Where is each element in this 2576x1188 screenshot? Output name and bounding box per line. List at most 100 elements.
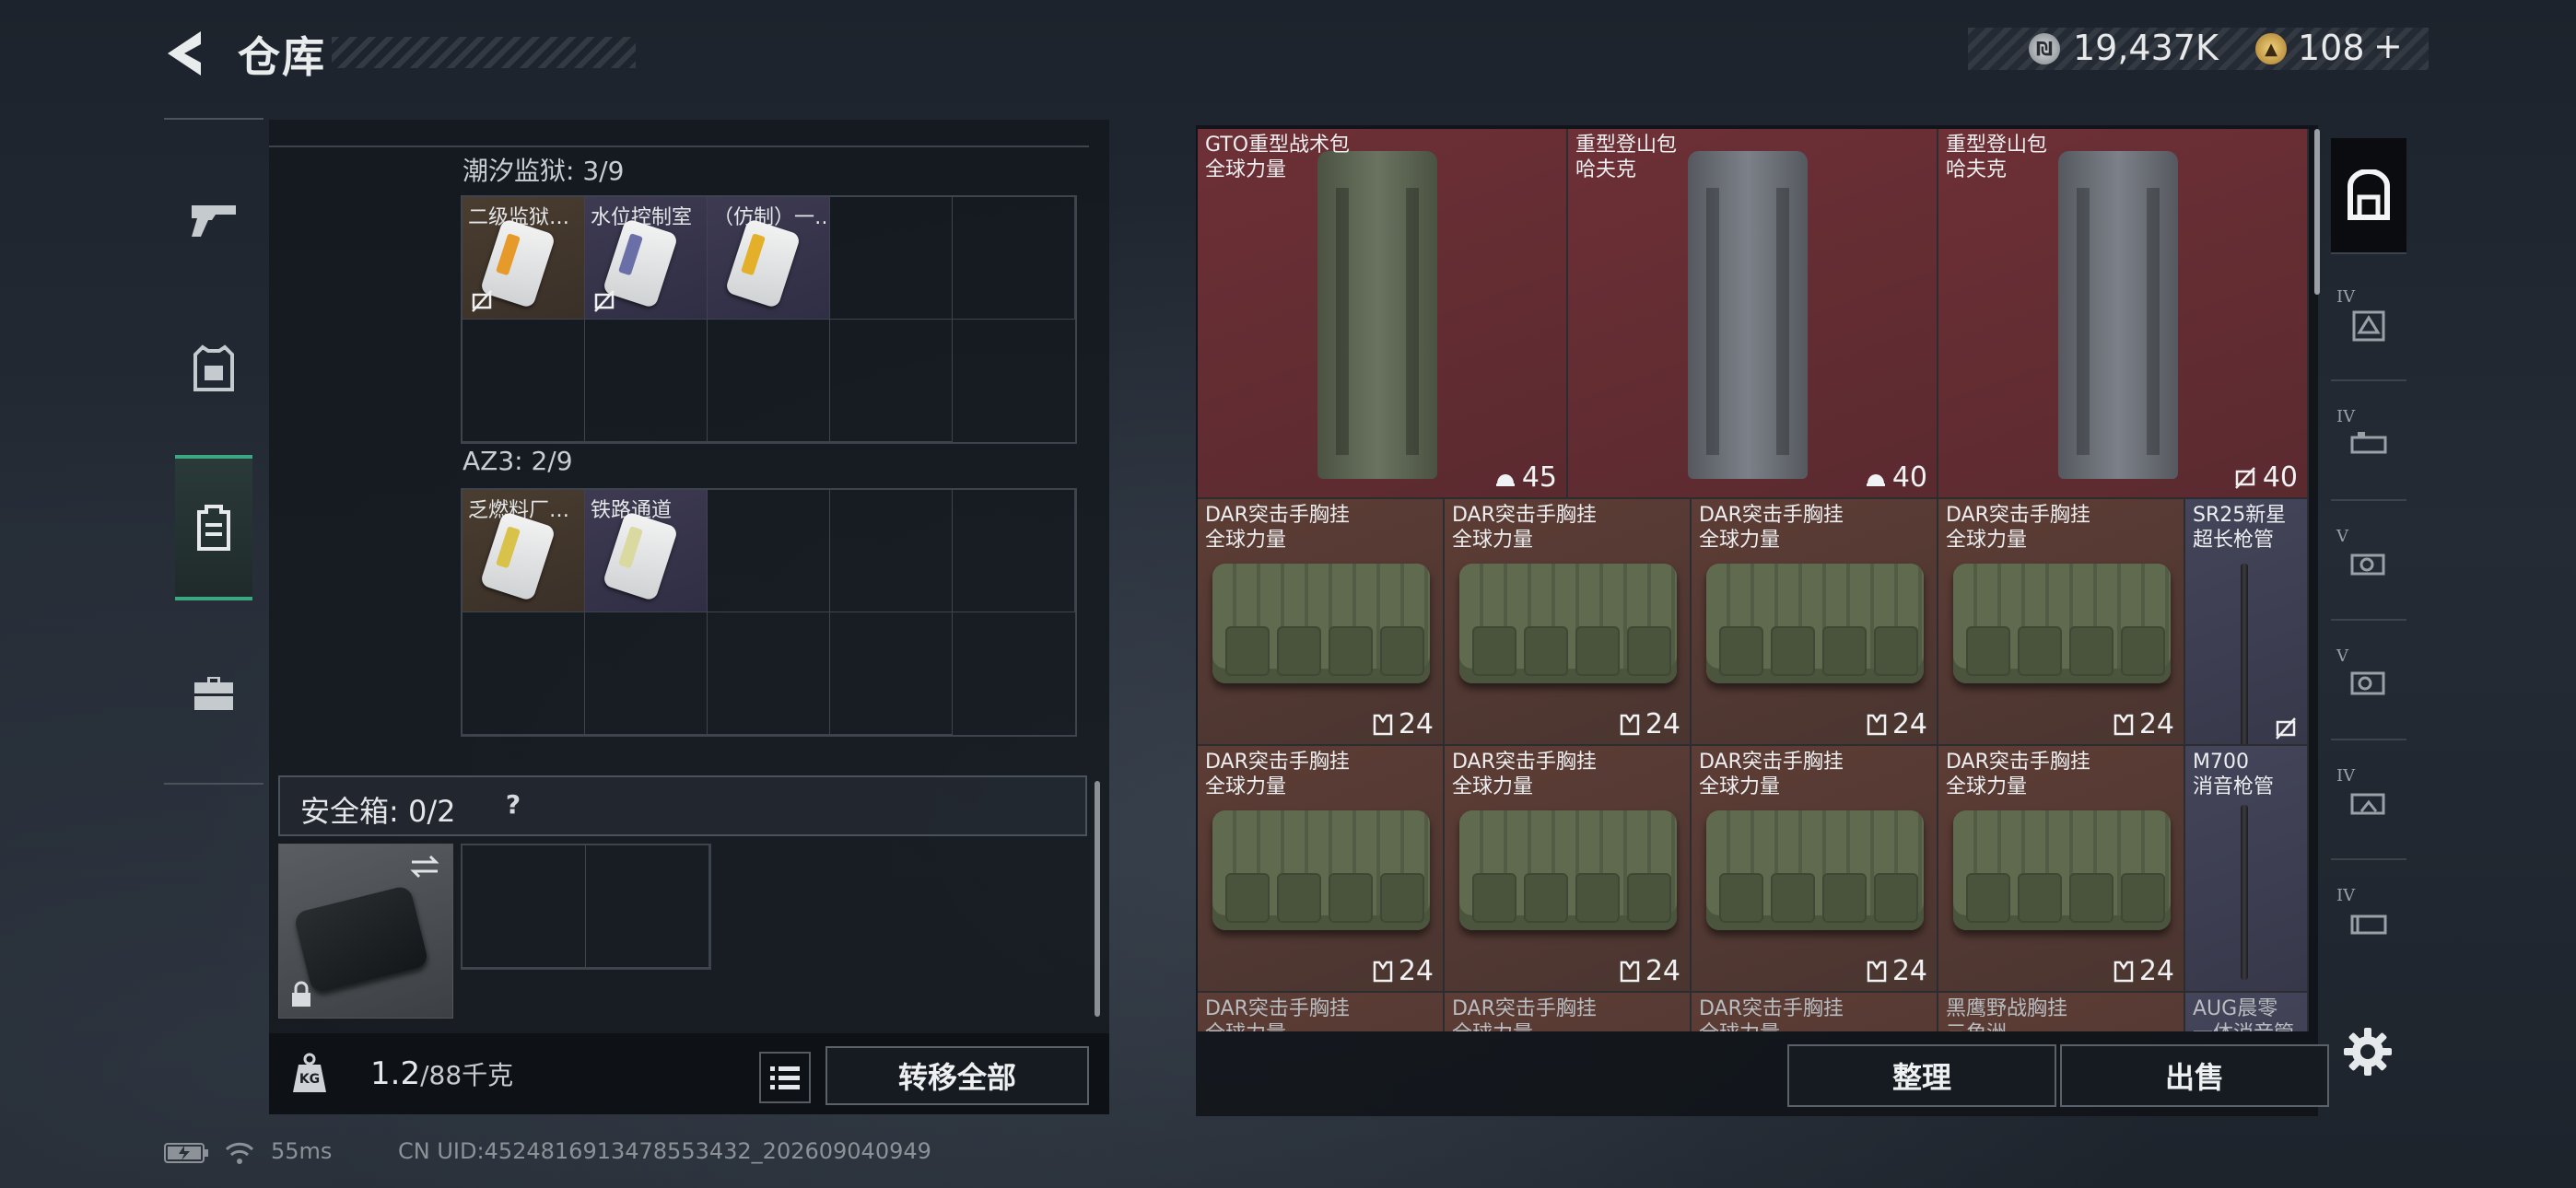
empty-slot[interactable] xyxy=(953,490,1075,612)
chest-rig-image xyxy=(1706,810,1924,930)
keycard-icon xyxy=(602,510,679,602)
filter-armor[interactable]: IV xyxy=(2331,271,2406,381)
keycard-slot[interactable]: 二级监狱… xyxy=(463,197,585,320)
filter-grips[interactable]: V xyxy=(2331,630,2406,740)
empty-slot[interactable] xyxy=(463,845,586,968)
stash-item-chest-rig[interactable]: DAR突击手胸挂 全球力量 24 xyxy=(1938,499,2185,746)
nav-item-armor[interactable] xyxy=(164,315,263,424)
chest-rig-image xyxy=(1212,810,1430,930)
nav-item-backpacks[interactable] xyxy=(175,455,252,600)
empty-slot[interactable] xyxy=(830,197,953,320)
chest-rig-image xyxy=(1706,564,1924,683)
item-capacity: 24 xyxy=(1620,955,1680,987)
empty-slot[interactable] xyxy=(708,490,830,612)
settings-button[interactable] xyxy=(2340,1024,2395,1079)
empty-slot[interactable] xyxy=(585,320,708,442)
stash-item-chest-rig[interactable]: DAR突击手胸挂 全球力量 24 xyxy=(1938,746,2185,993)
empty-slot[interactable] xyxy=(830,612,953,735)
keycard-slot[interactable]: 乏燃料厂… xyxy=(463,490,585,612)
item-capacity: 40 xyxy=(1865,461,1927,494)
empty-slot[interactable] xyxy=(586,845,709,968)
keycard-icon xyxy=(479,510,556,602)
top-divider xyxy=(269,120,1089,147)
armor-category-icon xyxy=(2352,310,2385,342)
transfer-all-button[interactable]: 转移全部 xyxy=(825,1046,1089,1105)
backpack-image xyxy=(2058,151,2178,479)
keycard-slot[interactable]: 水位控制室（仿制）… xyxy=(585,197,708,320)
item-name: DAR突击手胸挂全球力量 xyxy=(1699,997,1844,1031)
item-capacity: 24 xyxy=(2113,955,2174,987)
vest-icon xyxy=(1620,961,1640,982)
item-name: DAR突击手胸挂全球力量 xyxy=(1452,504,1597,552)
nav-item-weapons[interactable] xyxy=(164,166,263,274)
tier-label: IV xyxy=(2336,407,2356,426)
stash-item-chest-rig[interactable]: DAR突击手胸挂 全球力量 24 xyxy=(1692,499,1938,746)
empty-slot[interactable] xyxy=(708,320,830,442)
silver-amount: 19,437K xyxy=(2073,28,2219,68)
vest-icon xyxy=(1620,714,1640,735)
stash-item-chest-rig[interactable]: DAR突击手胸挂全球力量 xyxy=(1445,993,1692,1031)
stash-item-backpack[interactable]: 重型登山包 哈夫克 40 xyxy=(1568,129,1938,499)
filter-weapon-parts[interactable]: V xyxy=(2331,510,2406,621)
stash-item-chest-rig[interactable]: DAR突击手胸挂 全球力量 24 xyxy=(1445,499,1692,746)
item-name: DAR突击手胸挂全球力量 xyxy=(1452,751,1597,798)
empty-slot[interactable] xyxy=(463,320,585,442)
item-name: SR25新星 超长枪管 xyxy=(2193,504,2287,552)
empty-slot[interactable] xyxy=(830,320,953,442)
chaoxi-keycard-grid: 二级监狱… 水位控制室（仿制）… （仿制）一… xyxy=(461,195,1077,444)
stash-item-chest-rig[interactable]: DAR突击手胸挂 全球力量 24 xyxy=(1692,746,1938,993)
stash-item-chest-rig[interactable]: DAR突击手胸挂 全球力量 24 xyxy=(1445,746,1692,993)
stash-item-barrel[interactable]: M700 消音枪管 xyxy=(2185,746,2309,993)
stash-item-chest-rig[interactable]: DAR突击手胸挂全球力量 xyxy=(1198,993,1445,1031)
keycard-slot[interactable]: 铁路通道 xyxy=(585,490,708,612)
filter-magazines[interactable]: IV xyxy=(2331,869,2406,978)
item-capacity: 24 xyxy=(1867,955,1927,987)
sort-button[interactable]: 整理 xyxy=(1787,1044,2056,1107)
left-scrollbar[interactable] xyxy=(1095,781,1100,1017)
filter-scopes[interactable]: IV xyxy=(2331,390,2406,501)
item-name: DAR突击手胸挂全球力量 xyxy=(1699,504,1844,552)
safebox-item[interactable] xyxy=(278,844,453,1019)
stash-item-chest-rig[interactable]: DAR突击手胸挂全球力量 xyxy=(1692,993,1938,1031)
gold-coin-icon: ▲ xyxy=(2255,33,2287,64)
stash-item-backpack[interactable]: 重型登山包 哈夫克 40 xyxy=(1938,129,2309,499)
stash-item-barrel[interactable]: AUG晨零一体消音管 xyxy=(2185,993,2309,1031)
item-name: 重型登山包 哈夫克 xyxy=(1946,134,2048,181)
stash-item-chest-rig[interactable]: DAR突击手胸挂 全球力量 24 xyxy=(1198,499,1445,746)
stash-item-barrel[interactable]: SR25新星 超长枪管 xyxy=(2185,499,2309,746)
item-name: M700 消音枪管 xyxy=(2193,751,2275,798)
stock-category-icon xyxy=(2350,793,2385,815)
chest-rig-image xyxy=(1459,564,1677,683)
item-capacity: 24 xyxy=(1373,708,1434,740)
stash-item-chest-rig[interactable]: DAR突击手胸挂 全球力量 24 xyxy=(1198,746,1445,993)
vest-icon xyxy=(1373,714,1393,735)
list-view-button[interactable] xyxy=(759,1052,811,1103)
safebox-help-button[interactable]: ? xyxy=(496,786,531,821)
back-button[interactable] xyxy=(164,28,206,79)
stash-item-chest-rig[interactable]: 黑鹰野战胸挂三角洲 xyxy=(1938,993,2185,1031)
keycard-slot[interactable]: （仿制）一… xyxy=(708,197,830,320)
empty-slot[interactable] xyxy=(953,197,1075,320)
weight-icon: KG xyxy=(287,1052,332,1096)
backpack-image xyxy=(1688,151,1808,479)
empty-slot[interactable] xyxy=(830,490,953,612)
empty-slot[interactable] xyxy=(585,612,708,735)
safebox-case-icon xyxy=(293,884,429,995)
empty-slot[interactable] xyxy=(708,612,830,735)
safebox-grid xyxy=(461,844,711,970)
scope-category-icon xyxy=(2350,432,2387,454)
empty-slot[interactable] xyxy=(463,612,585,735)
sell-button[interactable]: 出售 xyxy=(2060,1044,2329,1107)
lock-icon xyxy=(292,981,310,1007)
filter-backpacks[interactable] xyxy=(2331,138,2406,254)
item-name: 黑鹰野战胸挂三角洲 xyxy=(1946,997,2068,1031)
nav-item-toolbox[interactable] xyxy=(164,639,263,748)
add-currency-button[interactable]: + xyxy=(2373,26,2403,66)
keycard-icon xyxy=(724,217,802,309)
filter-stocks[interactable]: IV xyxy=(2331,750,2406,860)
tier-label: IV xyxy=(2336,766,2356,786)
item-name: GTO重型战术包 全球力量 xyxy=(1205,134,1351,181)
item-status xyxy=(2274,716,2298,740)
stash-item-backpack[interactable]: GTO重型战术包 全球力量 45 xyxy=(1198,129,1568,499)
stash-scrollbar[interactable] xyxy=(2314,129,2320,295)
